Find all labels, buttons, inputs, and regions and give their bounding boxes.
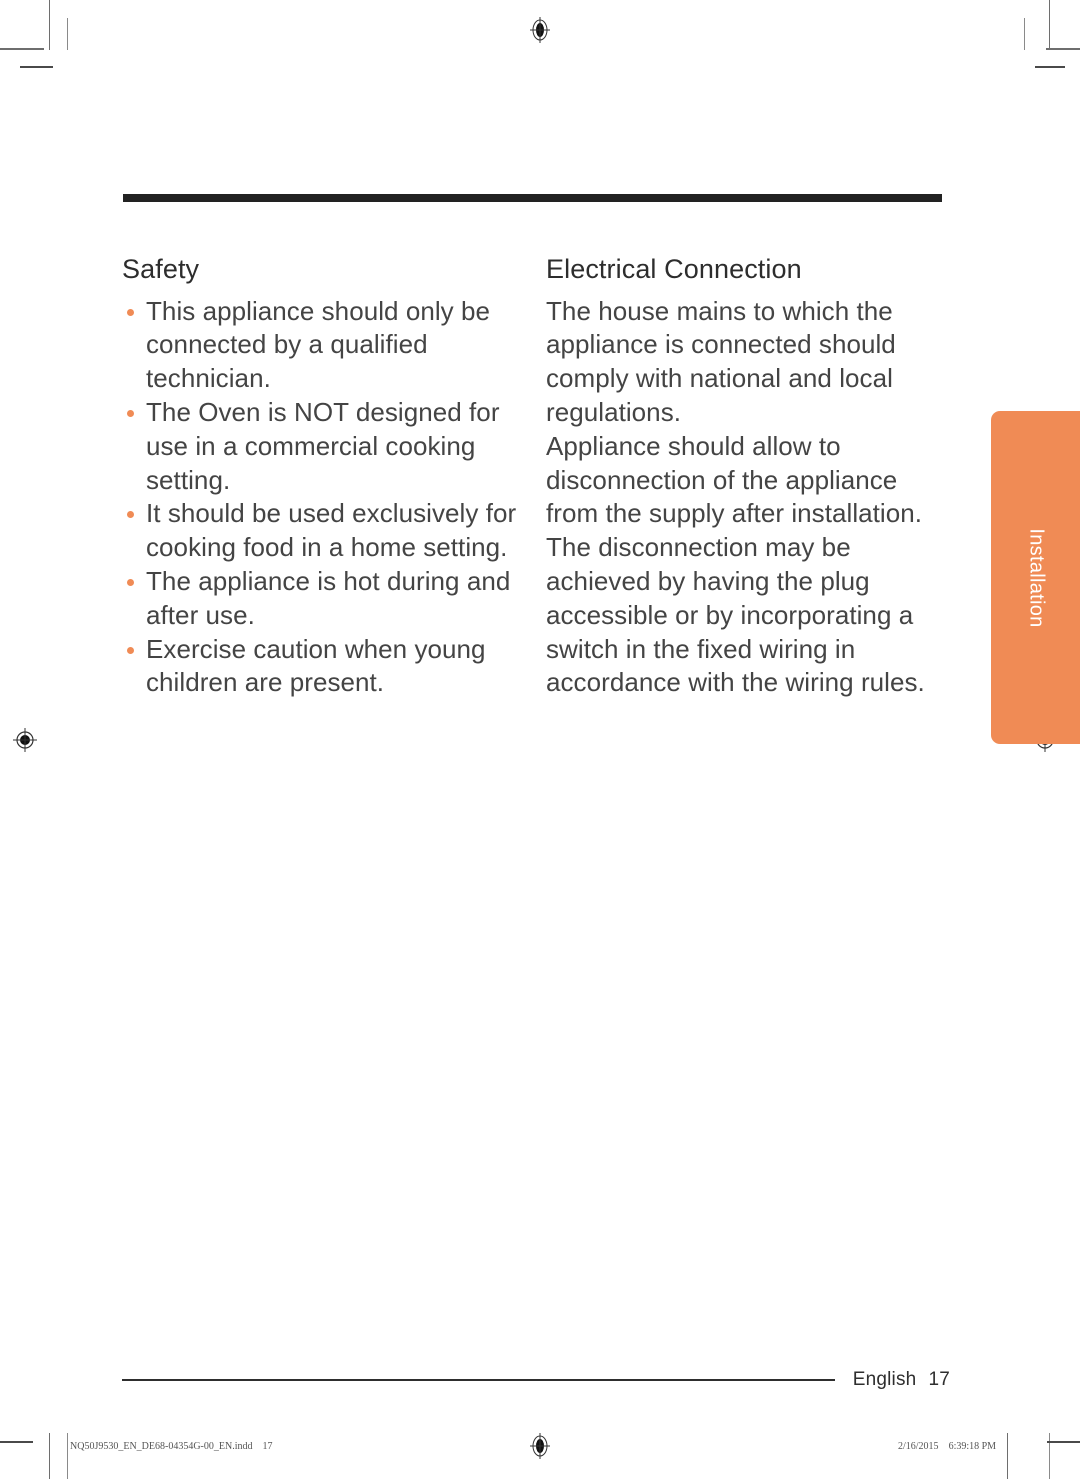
print-slug-timestamp: 2/16/2015 6:39:18 PM	[898, 1441, 996, 1452]
crop-mark-top-left-horizontal-outer	[0, 48, 44, 50]
list-item-text: Exercise caution when young children are…	[146, 633, 486, 698]
crop-mark-bottom-left-vertical-outer	[49, 1433, 50, 1479]
crop-mark-top-right-vertical-outer	[1049, 0, 1050, 50]
list-item: It should be used exclusively for cookin…	[122, 497, 522, 565]
bullet-dot-icon	[127, 511, 134, 519]
list-item: Exercise caution when young children are…	[122, 633, 522, 701]
print-slug-time: 6:39:18 PM	[948, 1441, 997, 1452]
list-item-text: This appliance should only be connected …	[146, 295, 491, 394]
crop-mark-top-right-vertical-inner	[1024, 18, 1025, 50]
footer-page-number: 17	[928, 1369, 950, 1390]
crop-mark-top-left-horizontal-inner	[20, 66, 53, 68]
crop-mark-bottom-left-vertical-inner	[67, 1433, 68, 1479]
list-item-text: The appliance is hot during and after us…	[146, 565, 511, 630]
list-item-text: It should be used exclusively for cookin…	[146, 498, 517, 563]
section-title-electrical-connection: Electrical Connection	[546, 254, 802, 284]
footer-language: English	[852, 1369, 917, 1390]
crop-mark-bottom-right-horizontal	[1047, 1441, 1080, 1443]
column-electrical-connection: Electrical Connection The house mains to…	[546, 252, 950, 700]
registration-mark-left-middle	[12, 727, 38, 753]
print-slug-filename-text: NQ50J9530_EN_DE68-04354G-00_EN.indd	[70, 1441, 253, 1452]
print-slug-date: 2/16/2015	[898, 1441, 939, 1452]
crop-mark-top-left-vertical-inner	[67, 18, 68, 50]
list-item: The appliance is hot during and after us…	[122, 565, 522, 633]
crop-mark-bottom-right-vertical-outer	[1007, 1433, 1008, 1479]
footer-page-label: English 17	[835, 1369, 950, 1391]
registration-mark-bottom-center	[527, 1433, 553, 1459]
bullet-dot-icon	[127, 646, 134, 654]
safety-bullet-list: This appliance should only be connected …	[122, 295, 522, 701]
bullet-dot-icon	[127, 308, 134, 316]
registration-mark-top-center	[527, 17, 553, 43]
footer-rule	[122, 1379, 835, 1381]
list-item: The Oven is NOT designed for use in a co…	[122, 396, 522, 497]
section-top-rule	[123, 194, 942, 202]
crop-mark-top-right-horizontal-outer	[1046, 48, 1080, 50]
bullet-dot-icon	[127, 409, 134, 417]
paragraph: Appliance should allow to disconnection …	[546, 430, 925, 698]
section-title-safety: Safety	[122, 254, 200, 284]
manual-page: Safety This appliance should only be con…	[0, 0, 1080, 1479]
print-slug-filename: NQ50J9530_EN_DE68-04354G-00_EN.indd 17	[70, 1441, 273, 1452]
paragraph: The house mains to which the appliance i…	[546, 295, 896, 427]
chapter-side-tab: Installation	[991, 411, 1080, 744]
crop-mark-top-left-vertical-outer	[49, 0, 50, 50]
list-item: This appliance should only be connected …	[122, 295, 522, 396]
column-safety: Safety This appliance should only be con…	[122, 252, 522, 700]
crop-mark-bottom-right-vertical-inner	[1049, 1433, 1050, 1479]
bullet-dot-icon	[127, 578, 134, 586]
crop-mark-bottom-left-horizontal	[0, 1441, 33, 1443]
list-item-text: The Oven is NOT designed for use in a co…	[146, 396, 500, 495]
page-footer: English 17	[122, 1369, 950, 1391]
crop-mark-top-right-horizontal-inner	[1035, 66, 1065, 68]
chapter-side-tab-label: Installation	[1025, 527, 1047, 628]
print-slug-page: 17	[262, 1441, 273, 1452]
